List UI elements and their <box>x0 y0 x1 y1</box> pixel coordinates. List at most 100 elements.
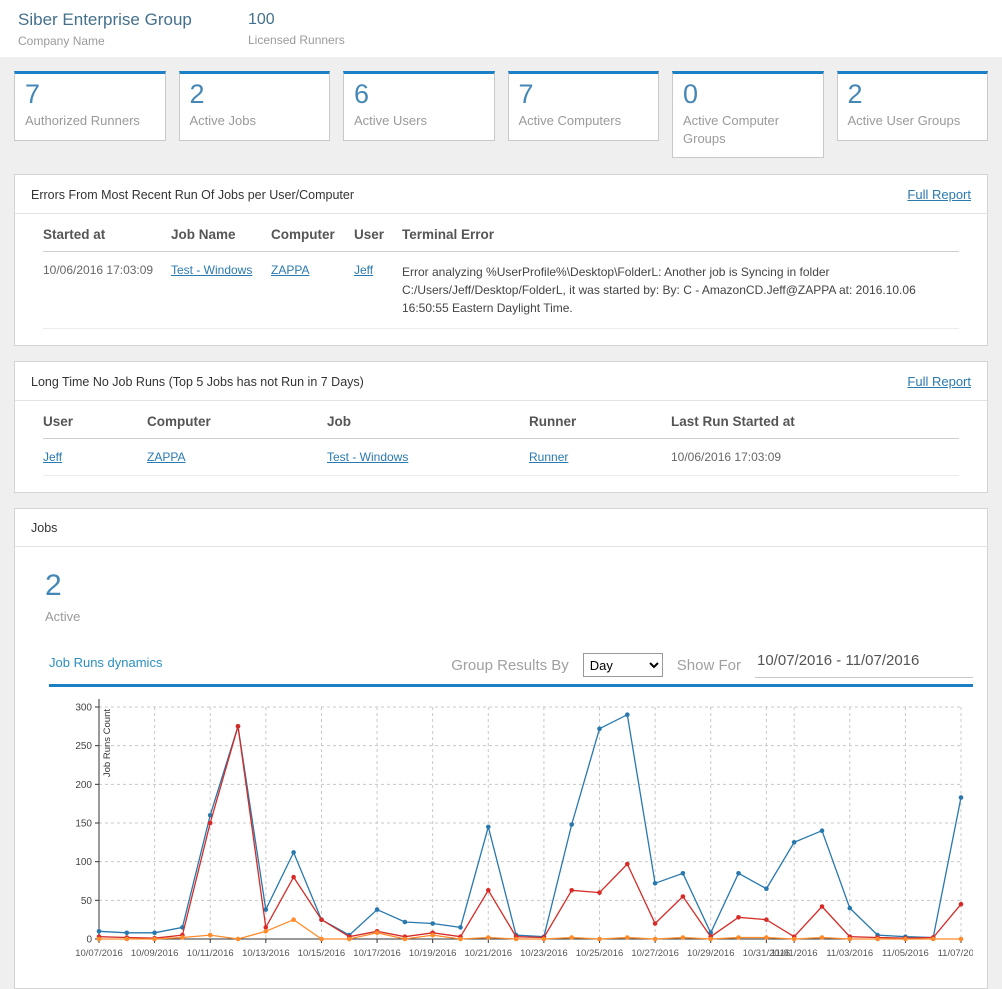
no-job-runs-header-row: User Computer Job Runner Last Run Starte… <box>43 403 959 439</box>
jobs-panel-header: Jobs <box>15 509 987 547</box>
no-job-runs-row: Jeff ZAPPA Test - Windows Runner 10/06/2… <box>43 439 959 476</box>
jobs-panel-title: Jobs <box>31 521 57 535</box>
col-terminal-error: Terminal Error <box>402 216 959 252</box>
jobs-panel-body: 2 Active Job Runs dynamics Group Results… <box>15 569 987 988</box>
col-started-at: Started at <box>43 216 171 252</box>
date-range-field[interactable]: 10/07/2016 - 11/07/2016 <box>755 652 973 678</box>
user-link[interactable]: Jeff <box>354 263 373 277</box>
stat-label: Active Users <box>354 112 484 130</box>
svg-text:10/09/2016: 10/09/2016 <box>131 948 179 959</box>
last-run-cell: 10/06/2016 17:03:09 <box>671 439 959 476</box>
svg-text:10/07/2016: 10/07/2016 <box>75 948 123 959</box>
errors-panel: Errors From Most Recent Run Of Jobs per … <box>14 174 988 346</box>
job-name-link[interactable]: Test - Windows <box>171 263 252 277</box>
job-runs-chart-svg: 0 50 100 150 200 250 300 10/07/2016 10/09/2016 10… <box>29 693 973 983</box>
no-job-runs-panel: Long Time No Job Runs (Top 5 Jobs has no… <box>14 361 988 493</box>
company-name: Siber Enterprise Group <box>18 10 248 30</box>
svg-text:11/07/2016: 11/07/2016 <box>938 948 973 959</box>
stat-card-authorized-runners[interactable]: 7 Authorized Runners <box>14 71 166 141</box>
svg-text:11/03/2016: 11/03/2016 <box>826 948 873 959</box>
stat-label: Active Computers <box>519 112 649 130</box>
svg-text:11/05/2016: 11/05/2016 <box>882 948 929 959</box>
active-jobs-label: Active <box>45 609 973 624</box>
errors-table: Started at Job Name Computer User Termin… <box>43 216 959 329</box>
col-job: Job <box>327 403 529 439</box>
svg-text:10/19/2016: 10/19/2016 <box>409 948 457 959</box>
show-for-label: Show For <box>677 657 741 674</box>
stat-value: 2 <box>848 79 978 110</box>
no-job-runs-panel-title: Long Time No Job Runs (Top 5 Jobs has no… <box>31 375 364 389</box>
svg-text:Job Runs Count: Job Runs Count <box>102 709 113 777</box>
svg-text:150: 150 <box>75 819 92 830</box>
errors-table-header-row: Started at Job Name Computer User Termin… <box>43 216 959 252</box>
chart-filters: Group Results By Day Show For 10/07/2016… <box>451 652 973 678</box>
svg-text:10/11/2016: 10/11/2016 <box>187 948 234 959</box>
stat-card-active-jobs[interactable]: 2 Active Jobs <box>179 71 331 141</box>
stat-card-active-users[interactable]: 6 Active Users <box>343 71 495 141</box>
col-computer: Computer <box>271 216 354 252</box>
jobs-panel: Jobs 2 Active Job Runs dynamics Group Re… <box>14 508 988 989</box>
terminal-error-cell: Error analyzing %UserProfile%\Desktop\Fo… <box>402 252 959 329</box>
chart-top-accent-rule <box>49 684 973 687</box>
stat-cards-row: 7 Authorized Runners 2 Active Jobs 6 Act… <box>0 57 1002 170</box>
group-by-select[interactable]: Day <box>583 653 663 677</box>
chart-controls-row: Job Runs dynamics Group Results By Day S… <box>49 652 973 678</box>
stat-label: Authorized Runners <box>25 112 155 130</box>
active-jobs-count: 2 <box>45 569 973 603</box>
col-last-run-started-at: Last Run Started at <box>671 403 959 439</box>
col-user: User <box>354 216 402 252</box>
stat-value: 7 <box>25 79 155 110</box>
svg-text:100: 100 <box>75 857 92 868</box>
svg-text:300: 300 <box>75 703 92 714</box>
errors-panel-header: Errors From Most Recent Run Of Jobs per … <box>15 175 987 214</box>
svg-text:10/13/2016: 10/13/2016 <box>242 948 290 959</box>
stat-card-active-computers[interactable]: 7 Active Computers <box>508 71 660 141</box>
svg-text:10/27/2016: 10/27/2016 <box>631 948 679 959</box>
runner-link[interactable]: Runner <box>529 450 568 464</box>
licensed-runners-count: 100 <box>248 10 478 29</box>
stat-value: 0 <box>683 79 813 110</box>
job-runs-chart: 0 50 100 150 200 250 300 10/07/2016 10/09/2016 10… <box>29 689 973 988</box>
svg-text:10/23/2016: 10/23/2016 <box>520 948 568 959</box>
job-link[interactable]: Test - Windows <box>327 450 408 464</box>
svg-text:10/17/2016: 10/17/2016 <box>353 948 401 959</box>
errors-table-row: 10/06/2016 17:03:09 Test - Windows ZAPPA… <box>43 252 959 329</box>
no-job-runs-table: User Computer Job Runner Last Run Starte… <box>43 403 959 476</box>
user-link[interactable]: Jeff <box>43 450 62 464</box>
svg-text:250: 250 <box>75 741 92 752</box>
stat-value: 2 <box>190 79 320 110</box>
company-name-label: Company Name <box>18 34 248 48</box>
licensed-runners-label: Licensed Runners <box>248 33 478 47</box>
stat-label: Active Computer Groups <box>683 112 813 147</box>
col-job-name: Job Name <box>171 216 271 252</box>
stat-card-active-user-groups[interactable]: 2 Active User Groups <box>837 71 989 141</box>
svg-text:10/29/2016: 10/29/2016 <box>687 948 735 959</box>
svg-text:11/01/2016: 11/01/2016 <box>771 948 818 959</box>
no-job-runs-panel-header: Long Time No Job Runs (Top 5 Jobs has no… <box>15 362 987 401</box>
stat-value: 6 <box>354 79 484 110</box>
svg-text:200: 200 <box>75 780 92 791</box>
stat-value: 7 <box>519 79 649 110</box>
errors-panel-title: Errors From Most Recent Run Of Jobs per … <box>31 188 354 202</box>
svg-text:10/21/2016: 10/21/2016 <box>465 948 513 959</box>
svg-text:10/25/2016: 10/25/2016 <box>576 948 624 959</box>
computer-link[interactable]: ZAPPA <box>271 263 309 277</box>
computer-link[interactable]: ZAPPA <box>147 450 185 464</box>
page-header: Siber Enterprise Group Company Name 100 … <box>0 0 1002 57</box>
svg-text:10/15/2016: 10/15/2016 <box>298 948 346 959</box>
svg-text:0: 0 <box>86 935 92 946</box>
col-user: User <box>43 403 147 439</box>
svg-text:50: 50 <box>81 896 93 907</box>
no-job-runs-full-report-link[interactable]: Full Report <box>907 374 971 389</box>
company-block: Siber Enterprise Group Company Name <box>18 10 248 48</box>
job-runs-dynamics-tab[interactable]: Job Runs dynamics <box>49 655 162 678</box>
col-runner: Runner <box>529 403 671 439</box>
errors-full-report-link[interactable]: Full Report <box>907 187 971 202</box>
licensed-runners-block: 100 Licensed Runners <box>248 10 478 48</box>
stat-label: Active User Groups <box>848 112 978 130</box>
stat-card-active-computer-groups[interactable]: 0 Active Computer Groups <box>672 71 824 158</box>
group-results-by-label: Group Results By <box>451 657 569 674</box>
started-at-cell: 10/06/2016 17:03:09 <box>43 252 171 329</box>
col-computer: Computer <box>147 403 327 439</box>
stat-label: Active Jobs <box>190 112 320 130</box>
